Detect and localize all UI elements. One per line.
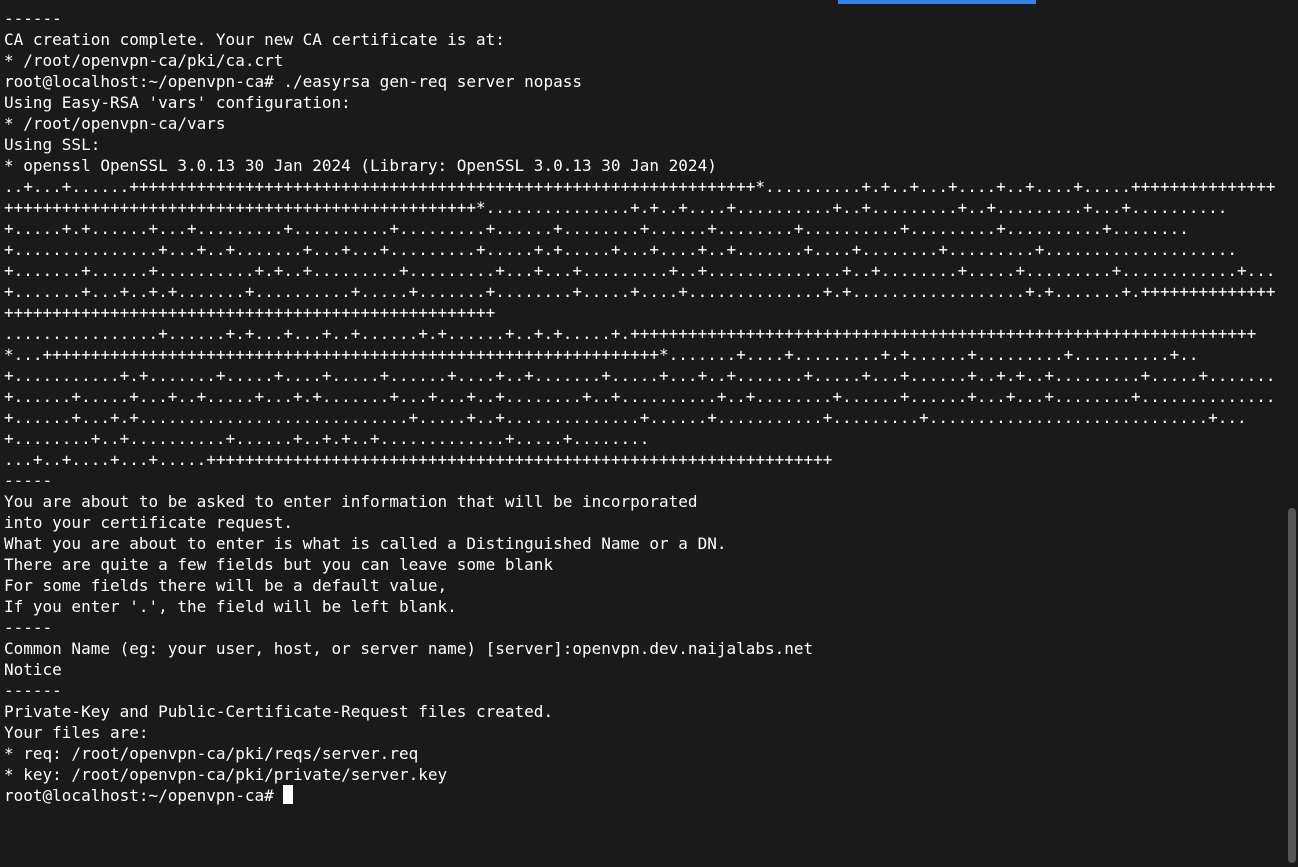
terminal-line: You are about to be asked to enter infor… — [4, 491, 1280, 512]
terminal-line: For some fields there will be a default … — [4, 575, 1280, 596]
terminal-line: ----- — [4, 470, 1280, 491]
window-top-bar — [0, 0, 1298, 4]
terminal-line: ..+...+......+++++++++++++++++++++++++++… — [4, 176, 1280, 323]
terminal-line: ----- — [4, 617, 1280, 638]
terminal-line: ------ — [4, 680, 1280, 701]
terminal-prompt: root@localhost:~/openvpn-ca# — [4, 786, 283, 805]
terminal-line: What you are about to enter is what is c… — [4, 533, 1280, 554]
terminal-line: * openssl OpenSSL 3.0.13 30 Jan 2024 (Li… — [4, 155, 1280, 176]
terminal-line: Private-Key and Public-Certificate-Reque… — [4, 701, 1280, 722]
terminal-line: root@localhost:~/openvpn-ca# ./easyrsa g… — [4, 71, 1280, 92]
active-tab-indicator — [838, 0, 1036, 4]
terminal-line: ................+......+.+...+...+..+...… — [4, 323, 1280, 449]
terminal-line: ------ — [4, 8, 1280, 29]
terminal-line: CA creation complete. Your new CA certif… — [4, 29, 1280, 50]
terminal-line: Common Name (eg: your user, host, or ser… — [4, 638, 1280, 659]
terminal-output[interactable]: ------CA creation complete. Your new CA … — [0, 8, 1284, 867]
terminal-line: Using SSL: — [4, 134, 1280, 155]
scrollbar-track[interactable] — [1284, 8, 1298, 867]
terminal-line: * key: /root/openvpn-ca/pki/private/serv… — [4, 764, 1280, 785]
scrollbar-thumb[interactable] — [1288, 508, 1296, 863]
terminal-line: * req: /root/openvpn-ca/pki/reqs/server.… — [4, 743, 1280, 764]
terminal-line: There are quite a few fields but you can… — [4, 554, 1280, 575]
terminal-line: into your certificate request. — [4, 512, 1280, 533]
terminal-line: ...+..+....+...+.....+++++++++++++++++++… — [4, 449, 1280, 470]
terminal-line: * /root/openvpn-ca/pki/ca.crt — [4, 50, 1280, 71]
terminal-cursor — [283, 785, 293, 804]
terminal-line: If you enter '.', the field will be left… — [4, 596, 1280, 617]
terminal-line: * /root/openvpn-ca/vars — [4, 113, 1280, 134]
terminal-line: Using Easy-RSA 'vars' configuration: — [4, 92, 1280, 113]
terminal-line: Notice — [4, 659, 1280, 680]
terminal-line: Your files are: — [4, 722, 1280, 743]
